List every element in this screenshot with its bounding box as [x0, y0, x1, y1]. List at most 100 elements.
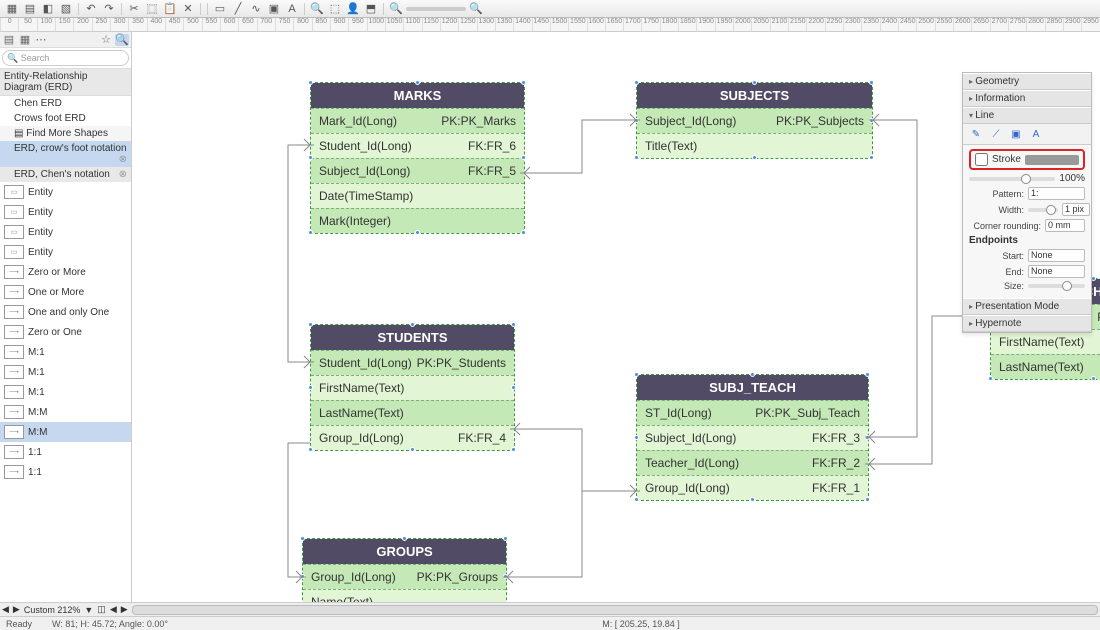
entity-row[interactable]: Group_Id(Long)PK:PK_Groups	[303, 564, 506, 589]
resize-handle[interactable]	[752, 155, 757, 160]
sel-icon[interactable]: ⬚	[327, 2, 343, 16]
corner-field[interactable]: 0 mm	[1045, 219, 1085, 232]
resize-handle[interactable]	[308, 230, 313, 235]
text-icon[interactable]: A	[284, 2, 300, 16]
width-slider[interactable]	[1028, 208, 1058, 212]
entity-row[interactable]: Student_Id(Long)FK:FR_6	[311, 133, 524, 158]
opacity-slider[interactable]	[969, 177, 1055, 181]
entity-row[interactable]: Teacher_Id(Long)FK:FR_2	[637, 450, 868, 475]
line-icon[interactable]: ╱	[230, 2, 246, 16]
palette-item[interactable]: ⟶M:1	[0, 342, 131, 362]
entity-row[interactable]: ST_Id(Long)PK:PK_Subj_Teach	[637, 400, 868, 425]
resize-handle[interactable]	[869, 118, 874, 123]
entity-groups[interactable]: GROUPSGroup_Id(Long)PK:PK_GroupsName(Tex…	[302, 538, 507, 602]
entity-subj_teach[interactable]: SUBJ_TEACHST_Id(Long)PK:PK_Subj_TeachSub…	[636, 374, 869, 501]
entity-row[interactable]: Subject_Id(Long)FK:FR_5	[311, 158, 524, 183]
paste-icon[interactable]: 📋	[162, 2, 178, 16]
resize-handle[interactable]	[865, 435, 870, 440]
tree-header[interactable]: Entity-Relationship Diagram (ERD)	[0, 68, 131, 96]
next-page-icon[interactable]: ▶	[121, 604, 128, 615]
img-icon[interactable]: ▣	[266, 2, 282, 16]
palette-item[interactable]: ⟶M:1	[0, 382, 131, 402]
close-icon[interactable]: ⊗	[119, 169, 127, 180]
page-icon[interactable]: ▤	[22, 2, 38, 16]
palette-item[interactable]: ▭Entity	[0, 182, 131, 202]
tab-crows-foot[interactable]: ERD, crow's foot notation⊗	[0, 141, 131, 167]
undo-icon[interactable]: ↶	[83, 2, 99, 16]
resize-handle[interactable]	[308, 385, 313, 390]
resize-handle[interactable]	[521, 80, 526, 85]
entity-row[interactable]: Name(Text)	[303, 589, 506, 602]
tab-chen[interactable]: ERD, Chen's notation⊗	[0, 167, 131, 182]
section-line[interactable]: Line	[963, 107, 1091, 124]
text-style-icon[interactable]: A	[1029, 127, 1043, 141]
view-icon[interactable]: ◧	[40, 2, 56, 16]
resize-handle[interactable]	[869, 155, 874, 160]
resize-handle[interactable]	[521, 230, 526, 235]
page-icon[interactable]: ▤	[2, 34, 16, 46]
user-icon[interactable]: 👤	[345, 2, 361, 16]
resize-handle[interactable]	[503, 536, 508, 541]
entity-row[interactable]: Date(TimeStamp)	[311, 183, 524, 208]
resize-handle[interactable]	[511, 447, 516, 452]
resize-handle[interactable]	[634, 435, 639, 440]
resize-handle[interactable]	[415, 80, 420, 85]
resize-handle[interactable]	[865, 372, 870, 377]
palette-item[interactable]: ⟶M:M	[0, 422, 131, 442]
start-select[interactable]: None	[1028, 249, 1085, 262]
canvas[interactable]: MARKSMark_Id(Long)PK:PK_MarksStudent_Id(…	[132, 32, 1100, 602]
entity-subjects[interactable]: SUBJECTSSubject_Id(Long)PK:PK_SubjectsTi…	[636, 82, 873, 159]
resize-handle[interactable]	[750, 497, 755, 502]
search-input[interactable]: 🔍 Search	[2, 50, 129, 66]
prev-page-icon[interactable]: ◀	[110, 604, 117, 615]
entity-row[interactable]: LastName(Text)	[311, 400, 514, 425]
palette-item[interactable]: ⟶M:1	[0, 362, 131, 382]
palette-item[interactable]: ⟶One or More	[0, 282, 131, 302]
resize-handle[interactable]	[410, 447, 415, 452]
zoom-in-icon[interactable]: 🔍	[468, 2, 484, 16]
pencil-icon[interactable]: ✎	[969, 127, 983, 141]
resize-handle[interactable]	[402, 536, 407, 541]
star-icon[interactable]: ☆	[99, 34, 113, 46]
find-icon[interactable]: 🔍	[309, 2, 325, 16]
bottom-scrollbar[interactable]: ◀▶ Custom 212% ▼ ◫ ◀ ▶	[0, 602, 1100, 616]
resize-handle[interactable]	[511, 385, 516, 390]
palette-item[interactable]: ⟶1:1	[0, 462, 131, 482]
resize-handle[interactable]	[410, 322, 415, 327]
resize-handle[interactable]	[869, 80, 874, 85]
width-field[interactable]: 1 pix	[1062, 203, 1090, 216]
zoom-display[interactable]: Custom 212%	[24, 605, 81, 615]
size-slider[interactable]	[1028, 284, 1085, 288]
resize-handle[interactable]	[634, 80, 639, 85]
entity-row[interactable]: Subject_Id(Long)FK:FR_3	[637, 425, 868, 450]
entity-row[interactable]: FirstName(Text)	[311, 375, 514, 400]
section-hypernote[interactable]: Hypernote	[963, 315, 1091, 332]
resize-handle[interactable]	[752, 80, 757, 85]
resize-handle[interactable]	[750, 372, 755, 377]
palette-item[interactable]: ⟶Zero or One	[0, 322, 131, 342]
stroke-color-swatch[interactable]	[1025, 155, 1079, 165]
entity-marks[interactable]: MARKSMark_Id(Long)PK:PK_MarksStudent_Id(…	[310, 82, 525, 234]
resize-handle[interactable]	[988, 376, 993, 381]
brush-icon[interactable]: ⟋	[989, 127, 1003, 141]
tree-item-chen[interactable]: Chen ERD	[0, 96, 131, 111]
tree-item-crows[interactable]: Crows foot ERD	[0, 111, 131, 126]
section-geometry[interactable]: Geometry	[963, 73, 1091, 90]
entity-row[interactable]: LastName(Text)	[991, 354, 1100, 379]
delete-icon[interactable]: ✕	[180, 2, 196, 16]
redo-icon[interactable]: ↷	[101, 2, 117, 16]
resize-handle[interactable]	[634, 497, 639, 502]
palette-item[interactable]: ▭Entity	[0, 202, 131, 222]
pattern-select[interactable]: 1:	[1028, 187, 1085, 200]
curve-icon[interactable]: ∿	[248, 2, 264, 16]
page-nav-icon[interactable]: ◫	[97, 604, 106, 615]
resize-handle[interactable]	[415, 230, 420, 235]
grid-icon[interactable]: ▦	[4, 2, 20, 16]
end-select[interactable]: None	[1028, 265, 1085, 278]
more-icon[interactable]: ⋯	[34, 34, 48, 46]
cut-icon[interactable]: ✂	[126, 2, 142, 16]
palette-item[interactable]: ⟶1:1	[0, 442, 131, 462]
zoom-out-icon[interactable]: 🔍	[388, 2, 404, 16]
entity-row[interactable]: Mark_Id(Long)PK:PK_Marks	[311, 108, 524, 133]
copy-icon[interactable]: ⿴	[144, 2, 160, 16]
